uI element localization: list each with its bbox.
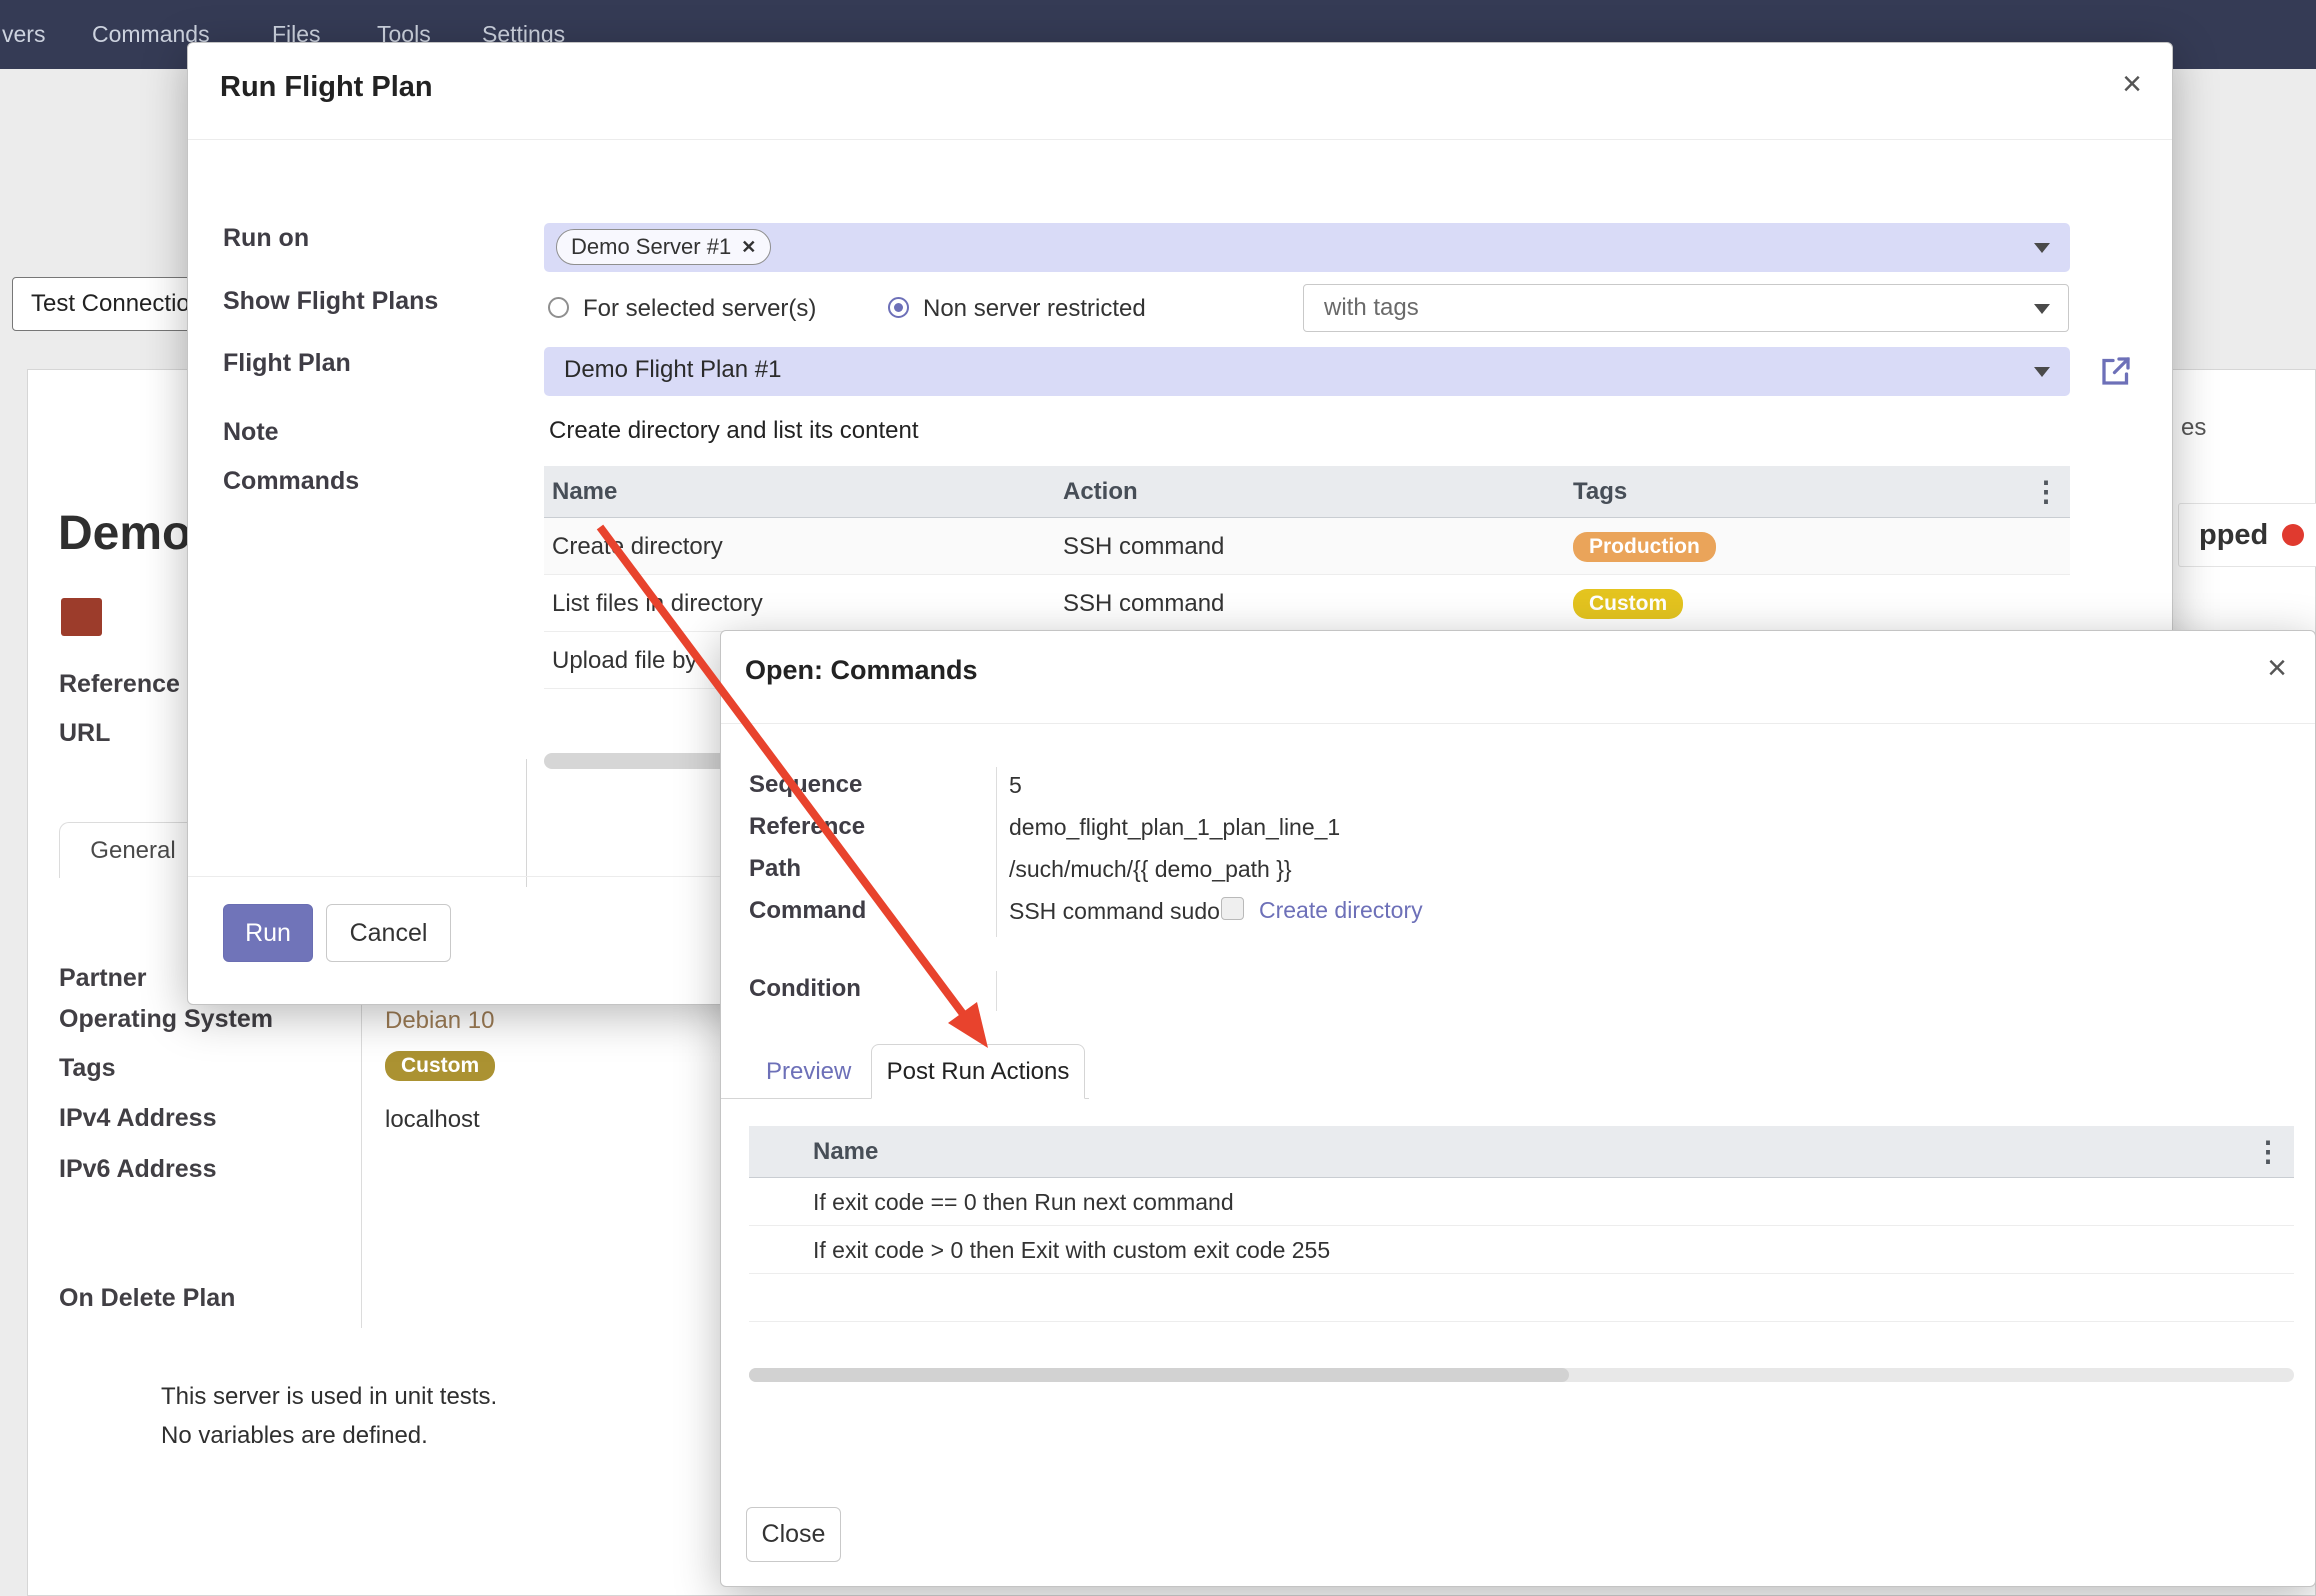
horizontal-scrollbar-thumb[interactable] [749,1368,1569,1382]
server-status-button[interactable]: pped [2178,503,2316,567]
partner-label: Partner [59,964,147,993]
tab-general[interactable]: General [59,822,207,878]
create-directory-link[interactable]: Create directory [1259,897,1423,924]
radio-non-server-restricted[interactable] [888,297,909,318]
note-label: Note [223,418,279,447]
row-name: Upload file by [552,632,697,689]
chevron-down-icon[interactable] [2034,243,2050,253]
sequence-value: 5 [1009,772,1022,799]
tab-bar: Preview Post Run Actions [721,1044,1089,1099]
server-chip-label: Demo Server #1 [571,234,731,260]
ipv6-label: IPv6 Address [59,1155,216,1184]
table-row[interactable]: List files in directory SSH command Cust… [544,575,2070,632]
nav-item-servers[interactable]: vers [2,0,45,69]
ipv4-label: IPv4 Address [59,1104,216,1133]
plan-description: Create directory and list its content [549,417,919,445]
url-label: URL [59,719,110,748]
close-button[interactable]: Close [746,1507,841,1562]
server-name-heading: Demo [58,506,191,561]
row-name: List files in directory [552,575,763,632]
status-label: pped [2199,519,2268,552]
kebab-menu-icon[interactable]: ⋮ [2032,478,2060,506]
close-icon[interactable]: × [2122,67,2142,101]
row-action: SSH command [1063,575,1224,632]
commands-label: Commands [223,467,359,496]
radio-for-selected-servers-label[interactable]: For selected server(s) [583,295,816,323]
modal-title: Open: Commands [745,655,978,686]
unit-test-note: This server is used in unit tests. [161,1383,497,1411]
col-action: Action [1063,466,1138,518]
field-divider [996,971,997,1011]
modal-title: Run Flight Plan [220,71,433,104]
flight-plan-select[interactable]: Demo Flight Plan #1 [544,347,2070,396]
reference-label: Reference [749,813,865,841]
cancel-button[interactable]: Cancel [326,904,451,962]
run-button[interactable]: Run [223,904,313,962]
with-tags-select[interactable]: with tags [1303,284,2069,332]
kebab-menu-icon[interactable]: ⋮ [2254,1138,2282,1166]
reference-label: Reference [59,670,180,699]
table-row[interactable]: If exit code > 0 then Exit with custom e… [749,1226,2294,1274]
col-name: Name [552,466,617,518]
on-delete-plan-label: On Delete Plan [59,1284,235,1313]
with-tags-placeholder: with tags [1324,294,1419,322]
col-tags: Tags [1573,466,1627,518]
run-on-multiselect[interactable]: Demo Server #1 ✕ [544,223,2070,272]
status-stopped-dot-icon [2282,524,2304,546]
table-row[interactable]: Create directory SSH command Production [544,518,2070,575]
header-divider [188,139,2172,140]
form-column-divider [361,960,362,1328]
run-on-label: Run on [223,224,309,253]
commands-table-header: Name Action Tags ⋮ [544,466,2070,518]
header-divider [721,723,2315,724]
reference-value: demo_flight_plan_1_plan_line_1 [1009,814,1340,841]
table-row[interactable]: If exit code == 0 then Run next command [749,1178,2294,1226]
external-link-icon[interactable] [2098,353,2134,389]
command-value: SSH command sudo [1009,898,1220,925]
tag-badge-custom: Custom [1573,589,1683,619]
pane-divider [526,759,527,887]
chevron-down-icon[interactable] [2034,304,2050,314]
open-commands-modal: Open: Commands × Sequence 5 Reference de… [720,630,2316,1587]
row-action: SSH command [1063,518,1224,575]
no-variables-note: No variables are defined. [161,1422,428,1450]
chip-remove-icon[interactable]: ✕ [741,237,756,258]
chevron-down-icon[interactable] [2034,367,2050,377]
sequence-label: Sequence [749,771,862,799]
flight-plan-label: Flight Plan [223,349,351,378]
path-value: /such/much/{{ demo_path }} [1009,856,1292,883]
ipv4-value: localhost [385,1106,480,1134]
tag-badge-production: Production [1573,532,1716,562]
actions-table-header: Name ⋮ [749,1126,2294,1178]
tags-label: Tags [59,1054,116,1083]
action-row-name: If exit code == 0 then Run next command [813,1178,1234,1226]
close-icon[interactable]: × [2267,651,2287,685]
chatter-text-fragment: es [2181,414,2206,442]
command-label: Command [749,897,866,925]
show-flight-plans-label: Show Flight Plans [223,287,438,316]
server-chip[interactable]: Demo Server #1 ✕ [556,229,771,265]
table-row-empty [749,1274,2294,1322]
create-directory-checkbox[interactable] [1221,897,1244,920]
tab-preview[interactable]: Preview [766,1044,851,1099]
tab-post-run-actions[interactable]: Post Run Actions [871,1044,1085,1099]
col-name: Name [813,1126,878,1178]
color-swatch [61,598,102,636]
condition-label: Condition [749,975,861,1003]
row-name: Create directory [552,518,723,575]
operating-system-label: Operating System [59,1005,273,1034]
flight-plan-value: Demo Flight Plan #1 [564,356,781,384]
radio-for-selected-servers[interactable] [548,297,569,318]
horizontal-scrollbar[interactable] [749,1368,2294,1382]
operating-system-value: Debian 10 [385,1007,494,1035]
action-row-name: If exit code > 0 then Exit with custom e… [813,1226,1330,1274]
radio-non-server-restricted-label[interactable]: Non server restricted [923,295,1146,323]
tag-badge-custom: Custom [385,1051,495,1081]
field-divider [996,767,997,937]
path-label: Path [749,855,801,883]
